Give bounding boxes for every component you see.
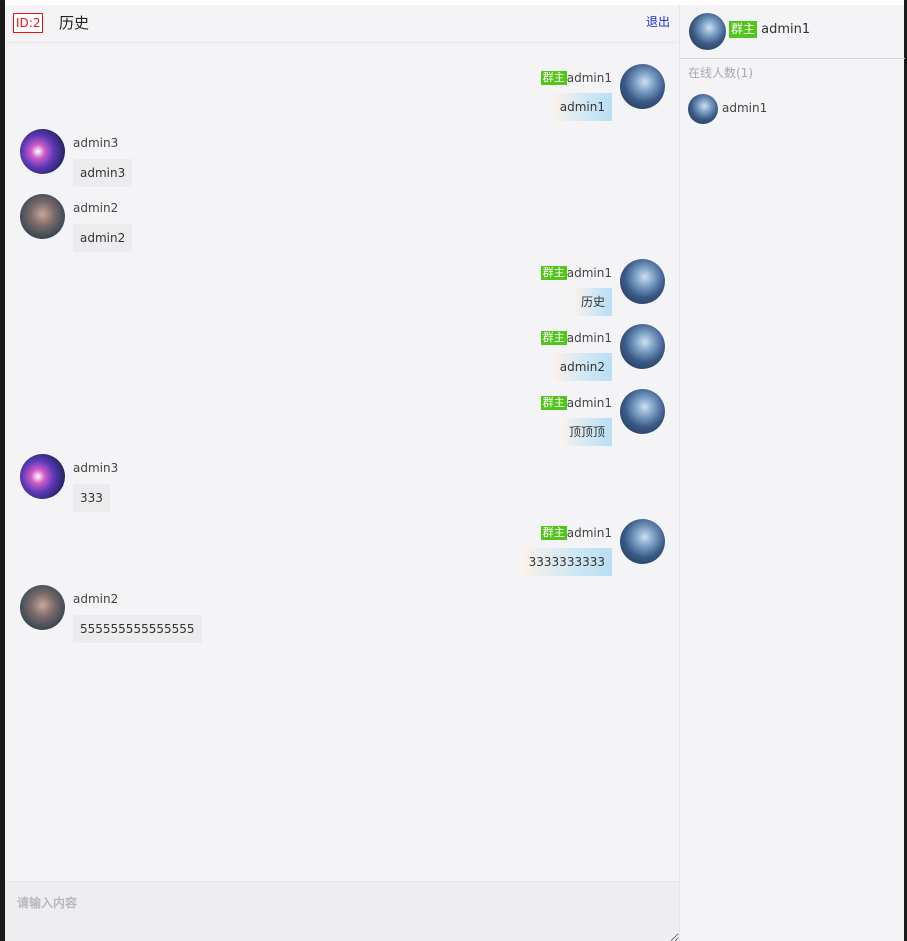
message-bubble: 历史 xyxy=(573,288,612,316)
admin1-avatar[interactable] xyxy=(620,259,665,304)
sender-line: 群主 admin1 xyxy=(540,395,612,411)
chat-pane: ID:2 历史 退出 群主 admin1 admin1 admin3 admin3… xyxy=(5,5,679,941)
admin1-avatar[interactable] xyxy=(620,519,665,564)
message-item: 群主 admin1 顶顶顶 xyxy=(25,389,665,449)
sender-name: admin2 xyxy=(73,201,119,215)
current-user-name: admin1 xyxy=(761,22,811,37)
current-user-line: 群主 admin1 xyxy=(729,21,810,39)
message-list[interactable]: 群主 admin1 admin1 admin3 admin3 admin2 adm… xyxy=(5,41,679,881)
message-input[interactable] xyxy=(5,882,679,941)
member-sidebar: 群主 admin1 在线人数(1) admin1 xyxy=(679,5,905,941)
message-item: 群主 admin1 历史 xyxy=(25,259,665,319)
message-item: admin3 admin3 xyxy=(20,129,660,189)
sender-name: admin3 xyxy=(73,136,119,150)
message-bubble: admin2 xyxy=(552,353,612,381)
admin2-avatar[interactable] xyxy=(20,585,65,630)
logout-link[interactable]: 退出 xyxy=(646,14,670,30)
current-user-header: 群主 admin1 xyxy=(680,5,905,59)
sender-line: 群主 admin1 xyxy=(540,70,612,86)
sender-line: 群主 admin1 xyxy=(540,525,612,541)
message-bubble: admin1 xyxy=(552,93,612,121)
sender-name: admin1 xyxy=(566,71,612,85)
sender-name: admin1 xyxy=(566,396,612,410)
owner-badge: 群主 xyxy=(729,21,758,38)
owner-badge: 群主 xyxy=(540,266,567,280)
sender-name: admin2 xyxy=(73,592,119,606)
sender-name: admin1 xyxy=(566,266,612,280)
message-item: admin3 333 xyxy=(20,454,660,514)
sender-line: 群主 admin1 xyxy=(540,265,612,281)
message-item: 群主 admin1 admin1 xyxy=(25,64,665,124)
owner-badge: 群主 xyxy=(540,526,567,540)
message-input-area xyxy=(5,881,679,941)
sender-name: admin3 xyxy=(73,461,119,475)
message-item: admin2 555555555555555 xyxy=(20,585,660,645)
online-user-name: admin1 xyxy=(722,101,768,115)
admin3-avatar[interactable] xyxy=(20,129,65,174)
message-bubble: 顶顶顶 xyxy=(561,418,612,446)
admin1-avatar[interactable] xyxy=(620,389,665,434)
owner-badge: 群主 xyxy=(540,71,567,85)
message-bubble: 3333333333 xyxy=(521,548,612,576)
chat-header: ID:2 历史 退出 xyxy=(5,5,679,41)
message-bubble: admin3 xyxy=(73,159,133,187)
sender-name: admin1 xyxy=(566,526,612,540)
message-bubble: 333 xyxy=(73,484,110,512)
room-title: 历史 xyxy=(59,14,90,32)
owner-badge: 群主 xyxy=(540,331,567,345)
message-bubble: 555555555555555 xyxy=(73,615,202,643)
sender-name: admin1 xyxy=(566,331,612,345)
admin1-avatar[interactable] xyxy=(620,324,665,369)
admin1-avatar[interactable] xyxy=(620,64,665,109)
admin2-avatar[interactable] xyxy=(20,194,65,239)
message-bubble: admin2 xyxy=(73,224,133,252)
sender-line: 群主 admin1 xyxy=(540,330,612,346)
admin3-avatar[interactable] xyxy=(20,454,65,499)
message-item: 群主 admin1 admin2 xyxy=(25,324,665,384)
online-user-item[interactable]: admin1 xyxy=(688,94,888,126)
message-item: 群主 admin1 3333333333 xyxy=(25,519,665,579)
admin1-avatar xyxy=(688,94,718,124)
online-count-label: 在线人数(1) xyxy=(688,66,753,80)
owner-badge: 群主 xyxy=(540,396,567,410)
room-id-badge: ID:2 xyxy=(13,13,44,33)
admin1-avatar[interactable] xyxy=(689,13,726,50)
message-item: admin2 admin2 xyxy=(20,194,660,254)
